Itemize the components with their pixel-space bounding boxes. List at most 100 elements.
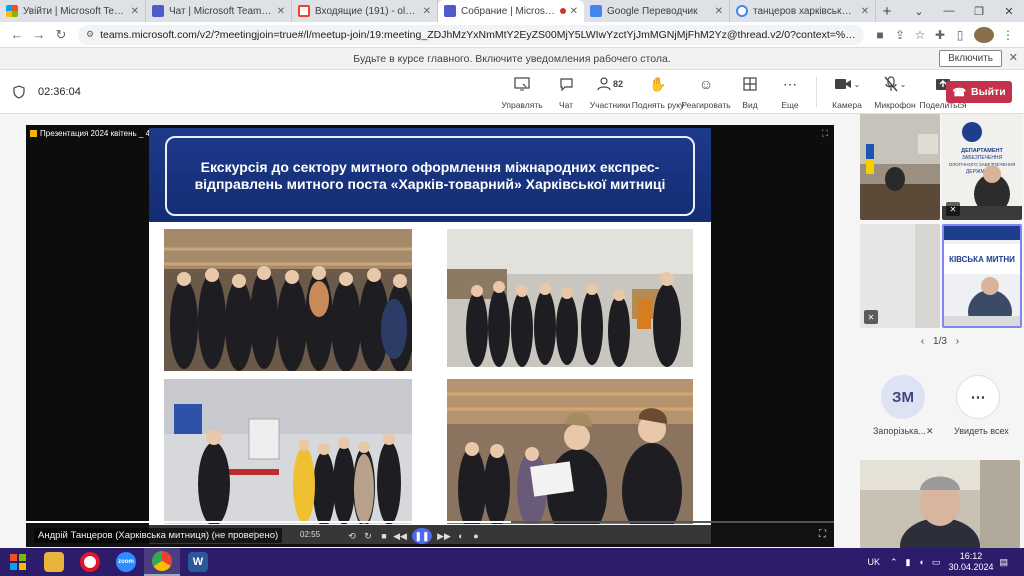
notifications-icon[interactable]: ▤ <box>999 557 1008 568</box>
gmail-icon <box>298 5 310 17</box>
share-page-icon[interactable]: ⇪ <box>890 28 910 42</box>
camera-button[interactable]: ⌄ Камера <box>823 74 871 110</box>
hang-up-icon: ☎ <box>952 86 967 99</box>
url-field[interactable]: ⚙ teams.microsoft.com/v2/?meetingjoin=tr… <box>78 24 864 45</box>
extensions-icon[interactable]: ✚ <box>930 28 950 42</box>
clock[interactable]: 16:12 30.04.2024 <box>948 551 993 573</box>
teams-icon <box>444 5 456 17</box>
taskbar-word[interactable]: W <box>180 548 216 576</box>
participant-video-active-speaker[interactable]: КІВСЬКА МИТНИ <box>942 224 1022 328</box>
app-icon <box>30 129 37 137</box>
close-icon[interactable]: ✕ <box>1009 51 1018 64</box>
camera-indicator-icon[interactable]: ■ <box>870 28 890 42</box>
expand-icon[interactable]: ⛶ <box>822 128 828 139</box>
window-close-icon[interactable]: ✕ <box>994 0 1024 22</box>
close-icon[interactable]: ✕ <box>423 6 431 17</box>
participant-video[interactable]: ✕ <box>860 224 940 328</box>
browser-tab-4[interactable]: Собрание | Microsoft Te ✕ <box>438 0 584 22</box>
participant-video[interactable]: ДЕПАРТАМЕНТ ЗАБЕЗПЕЧЕННЯ ОЛОГІЧНОГО ЗАБЕ… <box>942 114 1022 220</box>
pause-button[interactable]: ❚❚ <box>412 528 432 544</box>
ms-logo-icon <box>6 5 18 17</box>
maximize-icon[interactable]: ❐ <box>964 0 994 22</box>
language-indicator[interactable]: UK <box>867 557 880 567</box>
view-button[interactable]: Вид <box>730 74 770 110</box>
taskbar-explorer[interactable] <box>36 548 72 576</box>
raise-hand-label: Поднять руку <box>631 100 685 110</box>
enable-notifications-button[interactable]: Включить <box>939 50 1002 67</box>
menu-icon[interactable]: ⋮ <box>998 28 1018 42</box>
slide-photo <box>164 229 412 371</box>
people-icon: 82 <box>597 74 623 94</box>
close-icon[interactable]: ✕ <box>715 6 723 17</box>
tab-search-icon[interactable]: ⌄ <box>904 0 934 22</box>
loop-icon[interactable]: ⟲ <box>344 531 360 542</box>
taskbar-zoom[interactable]: zoom <box>108 548 144 576</box>
browser-tab-5[interactable]: Google Переводчик ✕ <box>584 0 730 22</box>
stop-icon[interactable]: ■ <box>376 531 392 541</box>
browser-tab-6[interactable]: танцеров харківська митни ✕ <box>730 0 876 22</box>
bookmark-icon[interactable]: ☆ <box>910 28 930 42</box>
avatar[interactable] <box>974 26 994 43</box>
camera-icon: ⌄ <box>834 74 861 94</box>
skip-forward-icon[interactable]: ▶▶ <box>436 531 452 542</box>
windows-logo-icon <box>10 554 26 570</box>
media-progress-fill <box>26 521 511 523</box>
tab-title: Входящие (191) - oleksii.nad <box>315 5 419 17</box>
more-icon: ⋯ <box>783 75 797 92</box>
display-icon[interactable]: ▭ <box>932 557 941 568</box>
microphone-button[interactable]: ⌄ Микрофон <box>871 74 919 110</box>
skip-back-icon[interactable]: ◀◀ <box>392 531 408 542</box>
chevron-right-icon[interactable]: › <box>956 336 959 347</box>
self-video[interactable] <box>860 460 1020 548</box>
google-translate-icon <box>590 5 602 17</box>
side-panel-icon[interactable]: ▯ <box>950 28 970 42</box>
microphone-label: Микрофон <box>874 100 916 110</box>
camera-label: Камера <box>832 100 862 110</box>
chevron-left-icon[interactable]: ‹ <box>921 336 924 347</box>
chat-button[interactable]: Чат <box>546 74 586 110</box>
browser-tab-1[interactable]: Увійти | Microsoft Teams ✕ <box>0 0 146 22</box>
record-icon[interactable]: ● <box>468 531 484 541</box>
media-progress[interactable] <box>26 521 834 523</box>
chevron-down-icon[interactable]: ⌄ <box>854 80 861 89</box>
avatar[interactable]: ЗМ <box>881 375 925 419</box>
participants-count: 82 <box>612 79 623 89</box>
participants-button[interactable]: 82 Участники <box>586 74 634 110</box>
site-info-icon[interactable]: ⚙ <box>86 29 94 40</box>
forward-icon[interactable]: → <box>28 27 50 42</box>
react-button[interactable]: ☺ Реагировать <box>681 74 730 110</box>
see-all-button[interactable]: ⋯ <box>956 375 1000 419</box>
network-icon[interactable]: ▮ <box>906 557 911 568</box>
manage-button[interactable]: Управлять <box>498 74 546 110</box>
browser-tab-3[interactable]: Входящие (191) - oleksii.nad ✕ <box>292 0 438 22</box>
back-icon[interactable]: ← <box>6 27 28 42</box>
window-controls: ⌄ — ❐ ✕ <box>904 0 1024 22</box>
more-button[interactable]: ⋯ Еще <box>770 74 810 111</box>
chevron-up-icon[interactable]: ⌃ <box>890 557 898 568</box>
taskbar-opera[interactable] <box>72 548 108 576</box>
slide-photo <box>447 229 693 367</box>
notification-text: Будьте в курсе главного. Включите уведом… <box>353 52 671 65</box>
windows-start-button[interactable] <box>0 548 36 576</box>
reload-icon[interactable]: ↻ <box>50 27 72 43</box>
new-tab-button[interactable]: + <box>876 0 898 22</box>
notification-bar: Будьте в курсе главного. Включите уведом… <box>0 48 1024 70</box>
slide-photo <box>164 379 412 524</box>
chevron-down-icon[interactable]: ⌄ <box>900 80 907 89</box>
taskbar-chrome[interactable] <box>144 548 180 576</box>
reload-icon[interactable]: ↻ <box>360 531 376 542</box>
fullscreen-icon[interactable]: ⛶ <box>819 529 826 540</box>
minimize-icon[interactable]: — <box>934 0 964 22</box>
leave-button[interactable]: ☎ Выйти <box>946 81 1012 103</box>
volume-icon[interactable]: ◖ <box>452 531 468 541</box>
close-icon[interactable]: ✕ <box>277 6 285 17</box>
tab-title: Google Переводчик <box>607 5 698 17</box>
raise-hand-button[interactable]: ✋ Поднять руку <box>631 74 685 111</box>
close-icon[interactable]: ✕ <box>570 6 578 17</box>
participant-video[interactable] <box>860 114 940 220</box>
browser-tab-2[interactable]: Чат | Microsoft Teams classic ✕ <box>146 0 292 22</box>
close-icon[interactable]: ✕ <box>131 6 139 17</box>
close-icon[interactable]: ✕ <box>861 6 869 17</box>
svg-text:ЗАБЕЗПЕЧЕННЯ: ЗАБЕЗПЕЧЕННЯ <box>962 155 1003 161</box>
volume-icon[interactable]: ◖ <box>918 557 923 567</box>
